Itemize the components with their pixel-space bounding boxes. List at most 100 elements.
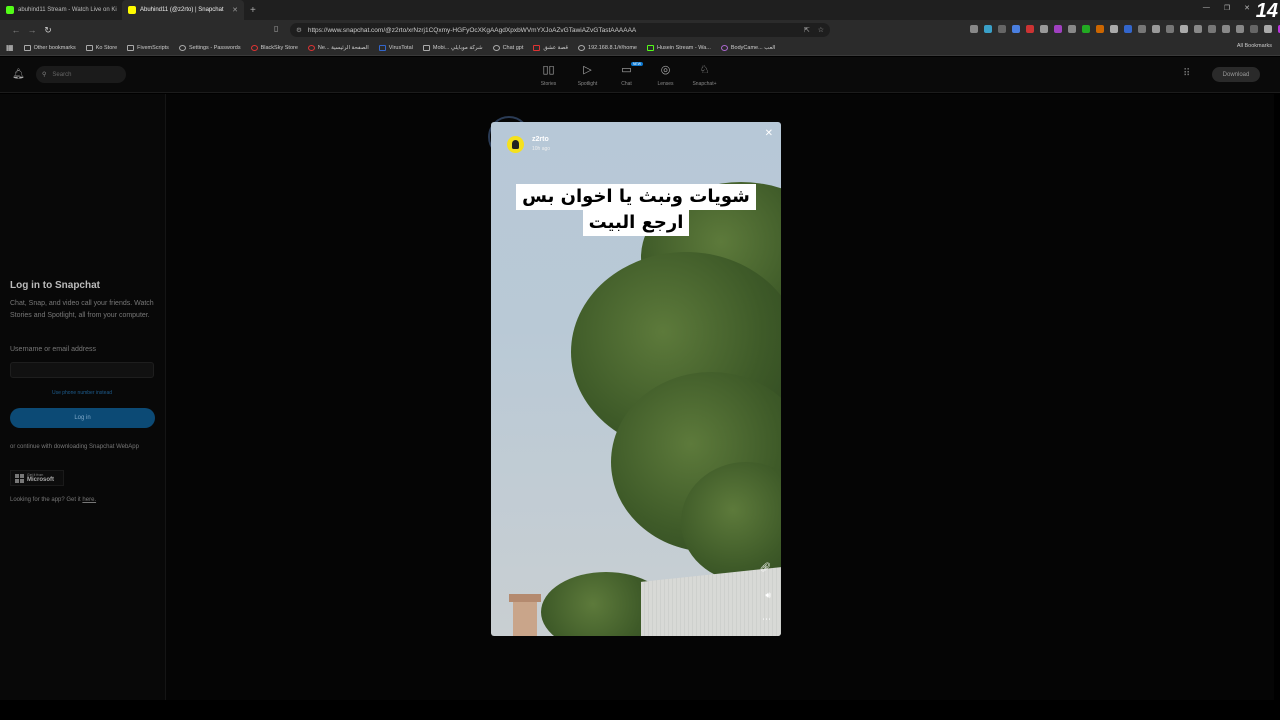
bookmark-item[interactable]: 192.168.8.1/#/home [578, 44, 637, 51]
avatar[interactable] [507, 136, 524, 153]
nav-label: Lenses [657, 81, 674, 87]
folder-icon [85, 44, 93, 51]
extension-icon[interactable] [1040, 25, 1048, 33]
site-icon [378, 44, 386, 51]
extension-icon[interactable] [1082, 25, 1090, 33]
story-username[interactable]: z2rto [532, 136, 549, 143]
link-icon[interactable]: 🔗︎ [760, 562, 771, 573]
nav-stories[interactable]: ▯▯ Stories [538, 63, 559, 87]
extension-icon[interactable] [1068, 25, 1076, 33]
extension-icon[interactable] [1110, 25, 1118, 33]
url-text: https://www.snapchat.com/@z2rto/xrNzrj1C… [307, 26, 637, 34]
reload-icon[interactable]: ↻ [40, 25, 56, 36]
tab-title: abuhind11 Stream - Watch Live on Ki [18, 7, 117, 13]
extension-icon[interactable] [1180, 25, 1188, 33]
minimize-icon[interactable]: — [1203, 4, 1210, 12]
chat-icon: ▭ [621, 64, 632, 76]
extension-icon[interactable] [1222, 25, 1230, 33]
extension-icon[interactable] [1026, 25, 1034, 33]
forward-icon[interactable]: → [24, 25, 40, 35]
apps-grid-icon[interactable]: ⠿ [1183, 68, 1190, 79]
caption-line: ارجع البيت [582, 210, 690, 236]
browser-tab-snapchat[interactable]: Abuhind11 (@z2rto) | Snapchat ✕ [122, 0, 244, 20]
browser-tab-kick[interactable]: abuhind11 Stream - Watch Live on Ki [0, 0, 122, 20]
site-icon [720, 44, 728, 51]
url-bar[interactable]: ⚙ https://www.snapchat.com/@z2rto/xrNzrj… [290, 23, 830, 37]
bookmark-item[interactable]: BlackSky Store [250, 44, 298, 51]
snapchat-header: 🔔︎ ⚲ Search ▯▯ Stories ▷ Spotlight ▭ NEW… [0, 57, 1280, 93]
search-input[interactable]: ⚲ Search [36, 66, 126, 83]
bookmarks-bar: ▦ Other bookmarks Ko Store FivemScripts … [0, 40, 1280, 56]
story-card[interactable]: z2rto 10h ago ✕ شويات ونبث يا اخوان بس ا… [491, 122, 781, 636]
extension-icon[interactable] [1152, 25, 1160, 33]
extension-icon[interactable] [1208, 25, 1216, 33]
stories-icon: ▯▯ [542, 64, 555, 76]
globe-icon [578, 44, 586, 51]
nav-lenses[interactable]: ◎ Lenses [655, 63, 676, 87]
extension-icon[interactable] [1250, 25, 1258, 33]
extension-icon[interactable] [1264, 25, 1272, 33]
extension-icon[interactable] [1236, 25, 1244, 33]
extension-icon[interactable] [1012, 25, 1020, 33]
spotlight-icon: ▷ [583, 64, 592, 76]
nav-snapchat-plus[interactable]: ♘ Snapchat+ [692, 63, 716, 87]
bookmark-item[interactable]: Settings - Passwords [178, 44, 241, 51]
share-icon[interactable]: ⇱ [804, 26, 810, 34]
back-icon[interactable]: ← [8, 25, 24, 35]
bookmark-item[interactable]: Mobi... شركة موبايلي [422, 44, 483, 51]
notifications-icon[interactable]: 🔔︎ [12, 69, 25, 80]
new-tab-button[interactable]: + [250, 5, 256, 16]
close-window-icon[interactable]: ✕ [1244, 4, 1250, 12]
extension-icon[interactable] [1124, 25, 1132, 33]
snapchat-favicon-icon [128, 6, 136, 14]
apps-icon[interactable]: ▦ [6, 43, 14, 52]
restore-icon[interactable]: ❐ [1224, 4, 1230, 12]
lenses-icon: ◎ [660, 64, 671, 76]
login-panel: Log in to Snapchat Chat, Snap, and video… [0, 94, 166, 700]
bookmark-icon[interactable]: ▯ [274, 24, 278, 33]
nav-chat[interactable]: ▭ NEW Chat [616, 62, 643, 87]
extension-icon[interactable] [984, 25, 992, 33]
main-nav: ▯▯ Stories ▷ Spotlight ▭ NEW Chat ◎ Lens… [538, 62, 717, 87]
all-bookmarks[interactable]: All Bookmarks [1237, 43, 1272, 49]
get-app-link[interactable]: here. [82, 497, 96, 503]
continue-text: or continue with downloading Snapchat We… [10, 444, 139, 450]
site-info-icon[interactable]: ⚙ [296, 26, 302, 34]
extension-icon[interactable] [1054, 25, 1062, 33]
volume-icon[interactable]: 🔊︎ [765, 590, 771, 601]
bookmark-item[interactable]: Husein Stream - Wa... [646, 44, 711, 51]
bookmark-item[interactable]: Ne... الصفحة الرئيسية [307, 44, 369, 51]
login-button[interactable]: Log in [10, 408, 155, 428]
folder-icon [127, 44, 135, 51]
close-tab-icon[interactable]: ✕ [232, 6, 238, 14]
site-icon [492, 44, 500, 51]
ms-big-text: Microsoft [27, 477, 54, 483]
bookmark-item[interactable]: Other bookmarks [23, 44, 76, 51]
bookmark-item[interactable]: Chat gpt [492, 44, 523, 51]
use-phone-link[interactable]: Use phone number instead [0, 390, 164, 396]
username-field[interactable] [10, 362, 154, 378]
tab-title: Abuhind11 (@z2rto) | Snapchat [140, 7, 224, 13]
bookmark-item[interactable]: قصة عشق [533, 44, 568, 51]
close-icon[interactable]: ✕ [765, 128, 773, 139]
extension-icon[interactable] [1138, 25, 1146, 33]
download-button[interactable]: Download [1212, 67, 1260, 82]
extension-icon[interactable] [1194, 25, 1202, 33]
extension-icon[interactable] [1096, 25, 1104, 33]
microsoft-store-badge[interactable]: Get it from Microsoft [10, 470, 64, 486]
bookmark-item[interactable]: VirusTotal [378, 44, 413, 51]
extension-icon[interactable] [998, 25, 1006, 33]
site-icon [250, 44, 258, 51]
bookmark-item[interactable]: FivemScripts [127, 44, 169, 51]
bookmark-item[interactable]: Ko Store [85, 44, 117, 51]
nav-spotlight[interactable]: ▷ Spotlight [577, 63, 598, 87]
search-icon: ⚲ [42, 72, 47, 78]
extension-icon[interactable] [1166, 25, 1174, 33]
new-badge: NEW [630, 62, 643, 66]
more-icon[interactable]: ⋯ [762, 614, 771, 625]
star-icon[interactable]: ☆ [818, 26, 824, 34]
bookmark-item[interactable]: BodyCame... العب [720, 44, 775, 51]
site-icon [533, 44, 541, 51]
site-icon [422, 44, 430, 51]
extension-icon[interactable] [970, 25, 978, 33]
